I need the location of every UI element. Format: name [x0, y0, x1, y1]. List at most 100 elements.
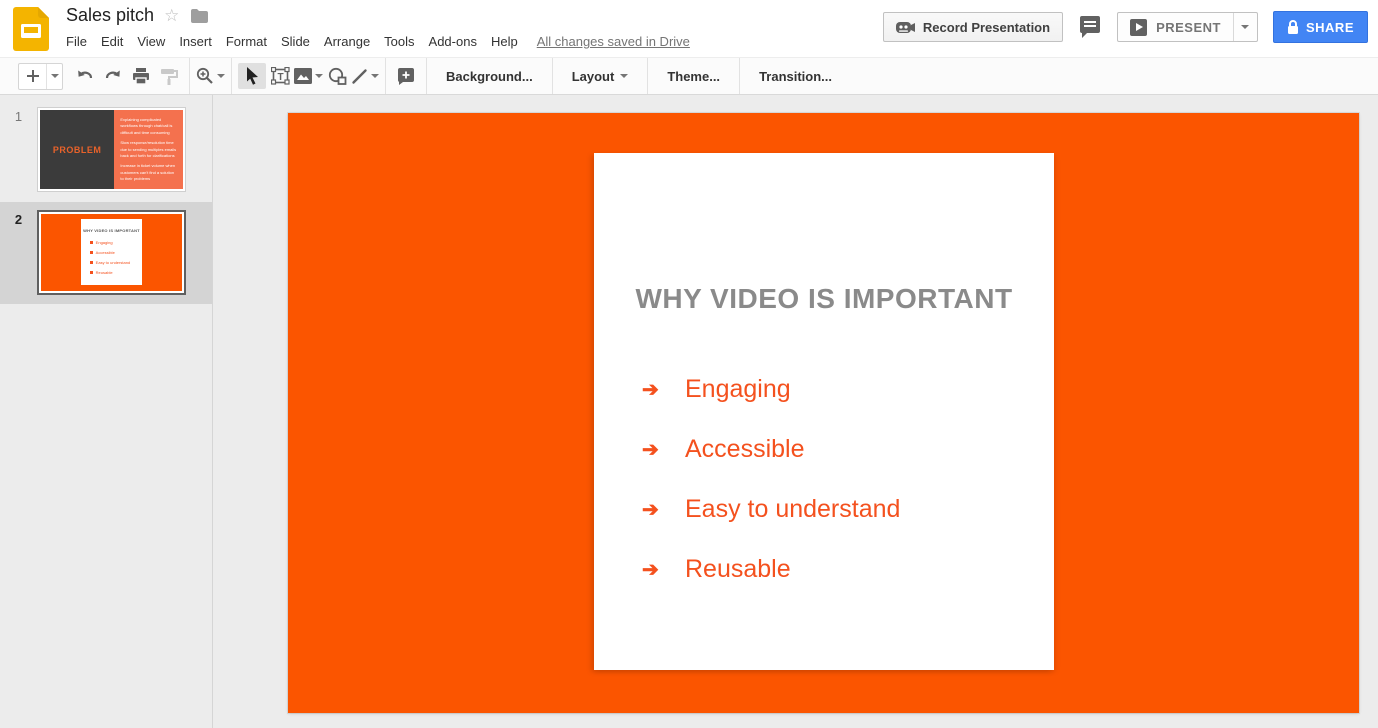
thumb1-title: PROBLEM: [53, 145, 102, 155]
add-comment-icon: [397, 67, 415, 85]
insert-image-button[interactable]: [294, 63, 323, 89]
plus-icon: [26, 69, 40, 83]
slide-2-number: 2: [0, 210, 37, 295]
menu-view[interactable]: View: [130, 31, 172, 52]
star-icon[interactable]: ☆: [164, 7, 179, 24]
menu-slide[interactable]: Slide: [274, 31, 317, 52]
google-slides-logo-icon[interactable]: [13, 7, 49, 51]
redo-icon: [104, 68, 122, 84]
slide-bullet-list[interactable]: ➔ Engaging ➔ Accessible ➔ Easy to unders…: [642, 359, 1034, 599]
record-presentation-button[interactable]: Record Presentation: [883, 12, 1063, 42]
list-item-text: Easy to understand: [685, 495, 900, 524]
zoom-button[interactable]: [196, 63, 225, 89]
theme-button[interactable]: Theme...: [654, 63, 733, 89]
menu-addons[interactable]: Add-ons: [422, 31, 484, 52]
record-presentation-label: Record Presentation: [923, 20, 1050, 35]
transition-label: Transition...: [759, 69, 832, 84]
transition-button[interactable]: Transition...: [746, 63, 845, 89]
thumb2-bullet: Easy to understand: [96, 260, 130, 265]
text-box-tool-button[interactable]: T: [266, 63, 294, 89]
layout-label: Layout: [572, 69, 615, 84]
thumb2-bullet: Accessible: [96, 250, 115, 255]
undo-button[interactable]: [71, 63, 99, 89]
chevron-down-icon: [1241, 25, 1249, 29]
print-icon: [132, 68, 150, 85]
filmstrip-slide-1[interactable]: 1 PROBLEM Explaining complicated workflo…: [0, 103, 212, 202]
arrow-bullet-icon: ➔: [642, 497, 685, 522]
list-item[interactable]: ➔ Accessible: [642, 419, 1034, 479]
menu-format[interactable]: Format: [219, 31, 274, 52]
thumb1-paragraph: Increase in ticket volume when customers…: [120, 163, 177, 182]
slide-canvas[interactable]: WHY VIDEO IS IMPORTANT ➔ Engaging ➔ Acce…: [213, 95, 1378, 728]
line-tool-button[interactable]: [351, 63, 379, 89]
image-icon: [294, 68, 312, 84]
thumb2-bullet: Reusable: [96, 270, 113, 275]
print-button[interactable]: [127, 63, 155, 89]
save-status-link[interactable]: All changes saved in Drive: [537, 31, 690, 52]
redo-button[interactable]: [99, 63, 127, 89]
background-label: Background...: [446, 69, 533, 84]
list-item-text: Engaging: [685, 375, 791, 404]
background-button[interactable]: Background...: [433, 63, 546, 89]
menu-tools[interactable]: Tools: [377, 31, 421, 52]
chevron-down-icon: [371, 74, 379, 78]
slide-1-number: 1: [0, 107, 37, 192]
menu-edit[interactable]: Edit: [94, 31, 130, 52]
paint-format-button[interactable]: [155, 63, 183, 89]
shape-tool-button[interactable]: [323, 63, 351, 89]
thumb2-title: WHY VIDEO IS IMPORTANT: [81, 228, 142, 233]
share-button[interactable]: SHARE: [1273, 11, 1368, 43]
chevron-down-icon: [51, 74, 59, 78]
thumb1-paragraph: Explaining complicated workflows through…: [120, 117, 177, 136]
cursor-arrow-icon: [245, 67, 260, 85]
present-button-group: PRESENT: [1117, 12, 1258, 42]
text-box-icon: T: [271, 67, 290, 85]
play-icon: [1130, 19, 1147, 36]
arrow-bullet-icon: ➔: [642, 377, 685, 402]
present-button[interactable]: PRESENT: [1118, 13, 1233, 41]
lock-icon: [1287, 20, 1299, 35]
comment-bubble-icon: [1078, 15, 1102, 39]
new-slide-button[interactable]: [19, 64, 46, 89]
menu-file[interactable]: File: [59, 31, 94, 52]
line-icon: [351, 68, 368, 85]
slide-title-textbox[interactable]: WHY VIDEO IS IMPORTANT: [594, 283, 1054, 315]
arrow-bullet-icon: ➔: [642, 557, 685, 582]
thumb1-paragraph: Slow response/resolution time due to sen…: [120, 140, 177, 159]
thumb2-bullet: Engaging: [96, 240, 113, 245]
chevron-down-icon: [217, 74, 225, 78]
current-slide[interactable]: WHY VIDEO IS IMPORTANT ➔ Engaging ➔ Acce…: [288, 113, 1359, 713]
present-options-dropdown[interactable]: [1233, 13, 1257, 41]
menu-insert[interactable]: Insert: [172, 31, 219, 52]
list-item-text: Accessible: [685, 435, 805, 464]
new-slide-dropdown[interactable]: [46, 64, 62, 89]
webcam-icon: [896, 20, 915, 35]
new-slide-button-group: [18, 63, 63, 90]
present-label: PRESENT: [1156, 20, 1221, 35]
folder-move-icon[interactable]: [191, 9, 208, 23]
edit-toolbar: T Background... Layout: [0, 57, 1378, 95]
insert-comment-button[interactable]: [392, 63, 420, 89]
share-label: SHARE: [1306, 20, 1354, 35]
filmstrip-slide-2[interactable]: 2 WHY VIDEO IS IMPORTANT Engaging Access…: [0, 202, 212, 304]
slide-1-thumbnail[interactable]: PROBLEM Explaining complicated workflows…: [37, 107, 186, 192]
menu-help[interactable]: Help: [484, 31, 525, 52]
svg-text:T: T: [277, 72, 283, 83]
arrow-bullet-icon: ➔: [642, 437, 685, 462]
document-title[interactable]: Sales pitch: [66, 5, 154, 26]
comments-button[interactable]: [1078, 15, 1102, 39]
shape-icon: [328, 67, 347, 85]
top-bar: Sales pitch ☆ File Edit View Insert Form…: [0, 0, 1378, 57]
chevron-down-icon: [315, 74, 323, 78]
select-tool-button[interactable]: [238, 63, 266, 89]
list-item[interactable]: ➔ Engaging: [642, 359, 1034, 419]
slide-2-thumbnail[interactable]: WHY VIDEO IS IMPORTANT Engaging Accessib…: [37, 210, 186, 295]
undo-icon: [76, 68, 94, 84]
list-item[interactable]: ➔ Reusable: [642, 539, 1034, 599]
menu-bar: File Edit View Insert Format Slide Arran…: [59, 31, 690, 52]
slide-content-card[interactable]: WHY VIDEO IS IMPORTANT ➔ Engaging ➔ Acce…: [594, 153, 1054, 670]
layout-button[interactable]: Layout: [559, 63, 642, 89]
menu-arrange[interactable]: Arrange: [317, 31, 377, 52]
list-item[interactable]: ➔ Easy to understand: [642, 479, 1034, 539]
chevron-down-icon: [620, 74, 628, 78]
